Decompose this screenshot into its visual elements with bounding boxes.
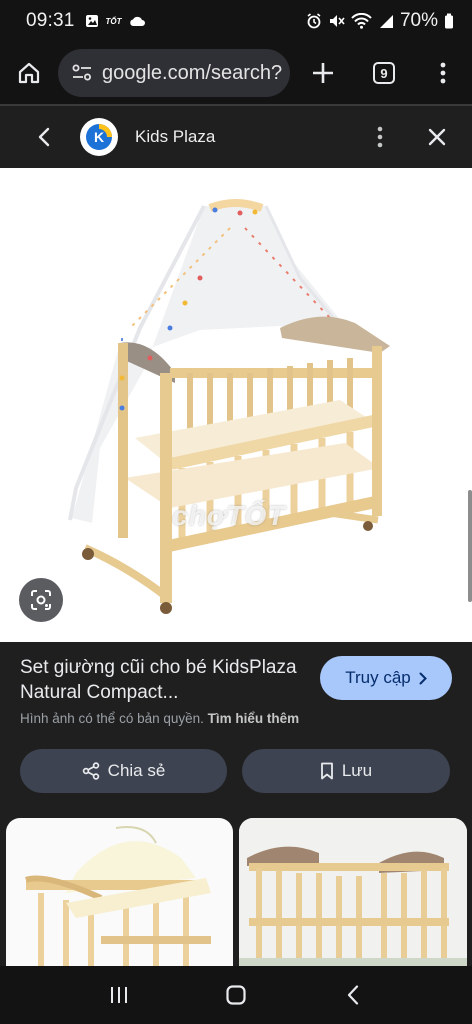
- share-icon: [82, 762, 99, 780]
- more-vert-icon: [377, 126, 383, 148]
- nav-back-button[interactable]: [323, 966, 383, 1024]
- image-source-header: K Kids Plaza: [0, 106, 472, 168]
- scrollbar-thumb[interactable]: [468, 490, 472, 602]
- plus-icon: [313, 63, 333, 83]
- system-navigation-bar: [0, 966, 472, 1024]
- related-image-1[interactable]: [6, 818, 233, 968]
- save-label: Lưu: [341, 761, 373, 780]
- related-crib-image: [25, 826, 211, 968]
- share-button[interactable]: Chia sẻ: [20, 749, 227, 793]
- logo-letter: K: [94, 129, 104, 145]
- close-button[interactable]: [402, 106, 472, 168]
- result-title[interactable]: Set giường cũi cho bé KidsPlaza Natural …: [20, 655, 310, 705]
- battery-icon: [445, 13, 453, 29]
- learn-more-link[interactable]: Tìm hiểu thêm: [208, 711, 300, 726]
- back-button[interactable]: [0, 106, 88, 168]
- lens-icon: [31, 590, 51, 610]
- cloud-icon: [129, 16, 145, 26]
- nav-home-icon: [226, 985, 246, 1005]
- copyright-notice: Hình ảnh có thể có bản quyền. Tìm hiểu t…: [20, 711, 299, 726]
- source-more-button[interactable]: [358, 106, 402, 168]
- mute-icon: [329, 15, 345, 27]
- tune-icon[interactable]: [72, 64, 92, 82]
- chevron-right-icon: [419, 672, 427, 684]
- status-notification-icons: TỐT: [85, 14, 146, 28]
- visit-button[interactable]: Truy cập: [320, 656, 452, 700]
- tab-switcher-button[interactable]: 9: [354, 42, 414, 104]
- copyright-text: Hình ảnh có thể có bản quyền.: [20, 711, 204, 726]
- product-image[interactable]: chợTỐT: [0, 168, 472, 642]
- image-watermark: chợTỐT: [172, 500, 286, 531]
- recents-icon: [110, 987, 127, 1003]
- address-bar[interactable]: google.com/search?: [58, 49, 290, 97]
- visit-label: Truy cập: [345, 668, 411, 687]
- tab-count: 9: [373, 62, 395, 84]
- new-tab-button[interactable]: [292, 42, 354, 104]
- signal-icon: [379, 14, 393, 28]
- source-logo[interactable]: K: [80, 118, 118, 156]
- source-name[interactable]: Kids Plaza: [135, 127, 215, 147]
- home-icon: [18, 62, 40, 84]
- lens-button[interactable]: [19, 578, 63, 622]
- home-button[interactable]: [0, 42, 58, 104]
- crib-illustration: [68, 199, 390, 614]
- nav-back-icon: [348, 985, 359, 1005]
- nav-home-button[interactable]: [206, 966, 266, 1024]
- status-bar: 09:31 TỐT 70%: [0, 0, 472, 42]
- url-text[interactable]: google.com/search?: [102, 62, 282, 85]
- recents-button[interactable]: [89, 966, 149, 1024]
- close-icon: [428, 128, 446, 146]
- related-image-2[interactable]: [239, 818, 467, 968]
- gallery-icon: [85, 15, 98, 27]
- wifi-icon: [351, 13, 372, 29]
- share-label: Chia sẻ: [107, 761, 166, 780]
- tot-app-icon: TỐT: [105, 16, 122, 26]
- kidsplaza-logo-icon: K: [86, 124, 112, 150]
- more-vert-icon: [440, 62, 446, 84]
- status-system-icons: 70%: [306, 10, 454, 32]
- browser-toolbar: google.com/search? 9: [0, 42, 472, 104]
- browser-menu-button[interactable]: [414, 42, 472, 104]
- chevron-left-icon: [38, 127, 50, 147]
- related-crib-image: [239, 818, 467, 968]
- save-button[interactable]: Lưu: [242, 749, 450, 793]
- status-time: 09:31: [26, 10, 75, 31]
- battery-percent: 70%: [399, 10, 438, 31]
- alarm-icon: [307, 13, 321, 29]
- bookmark-icon: [320, 762, 333, 780]
